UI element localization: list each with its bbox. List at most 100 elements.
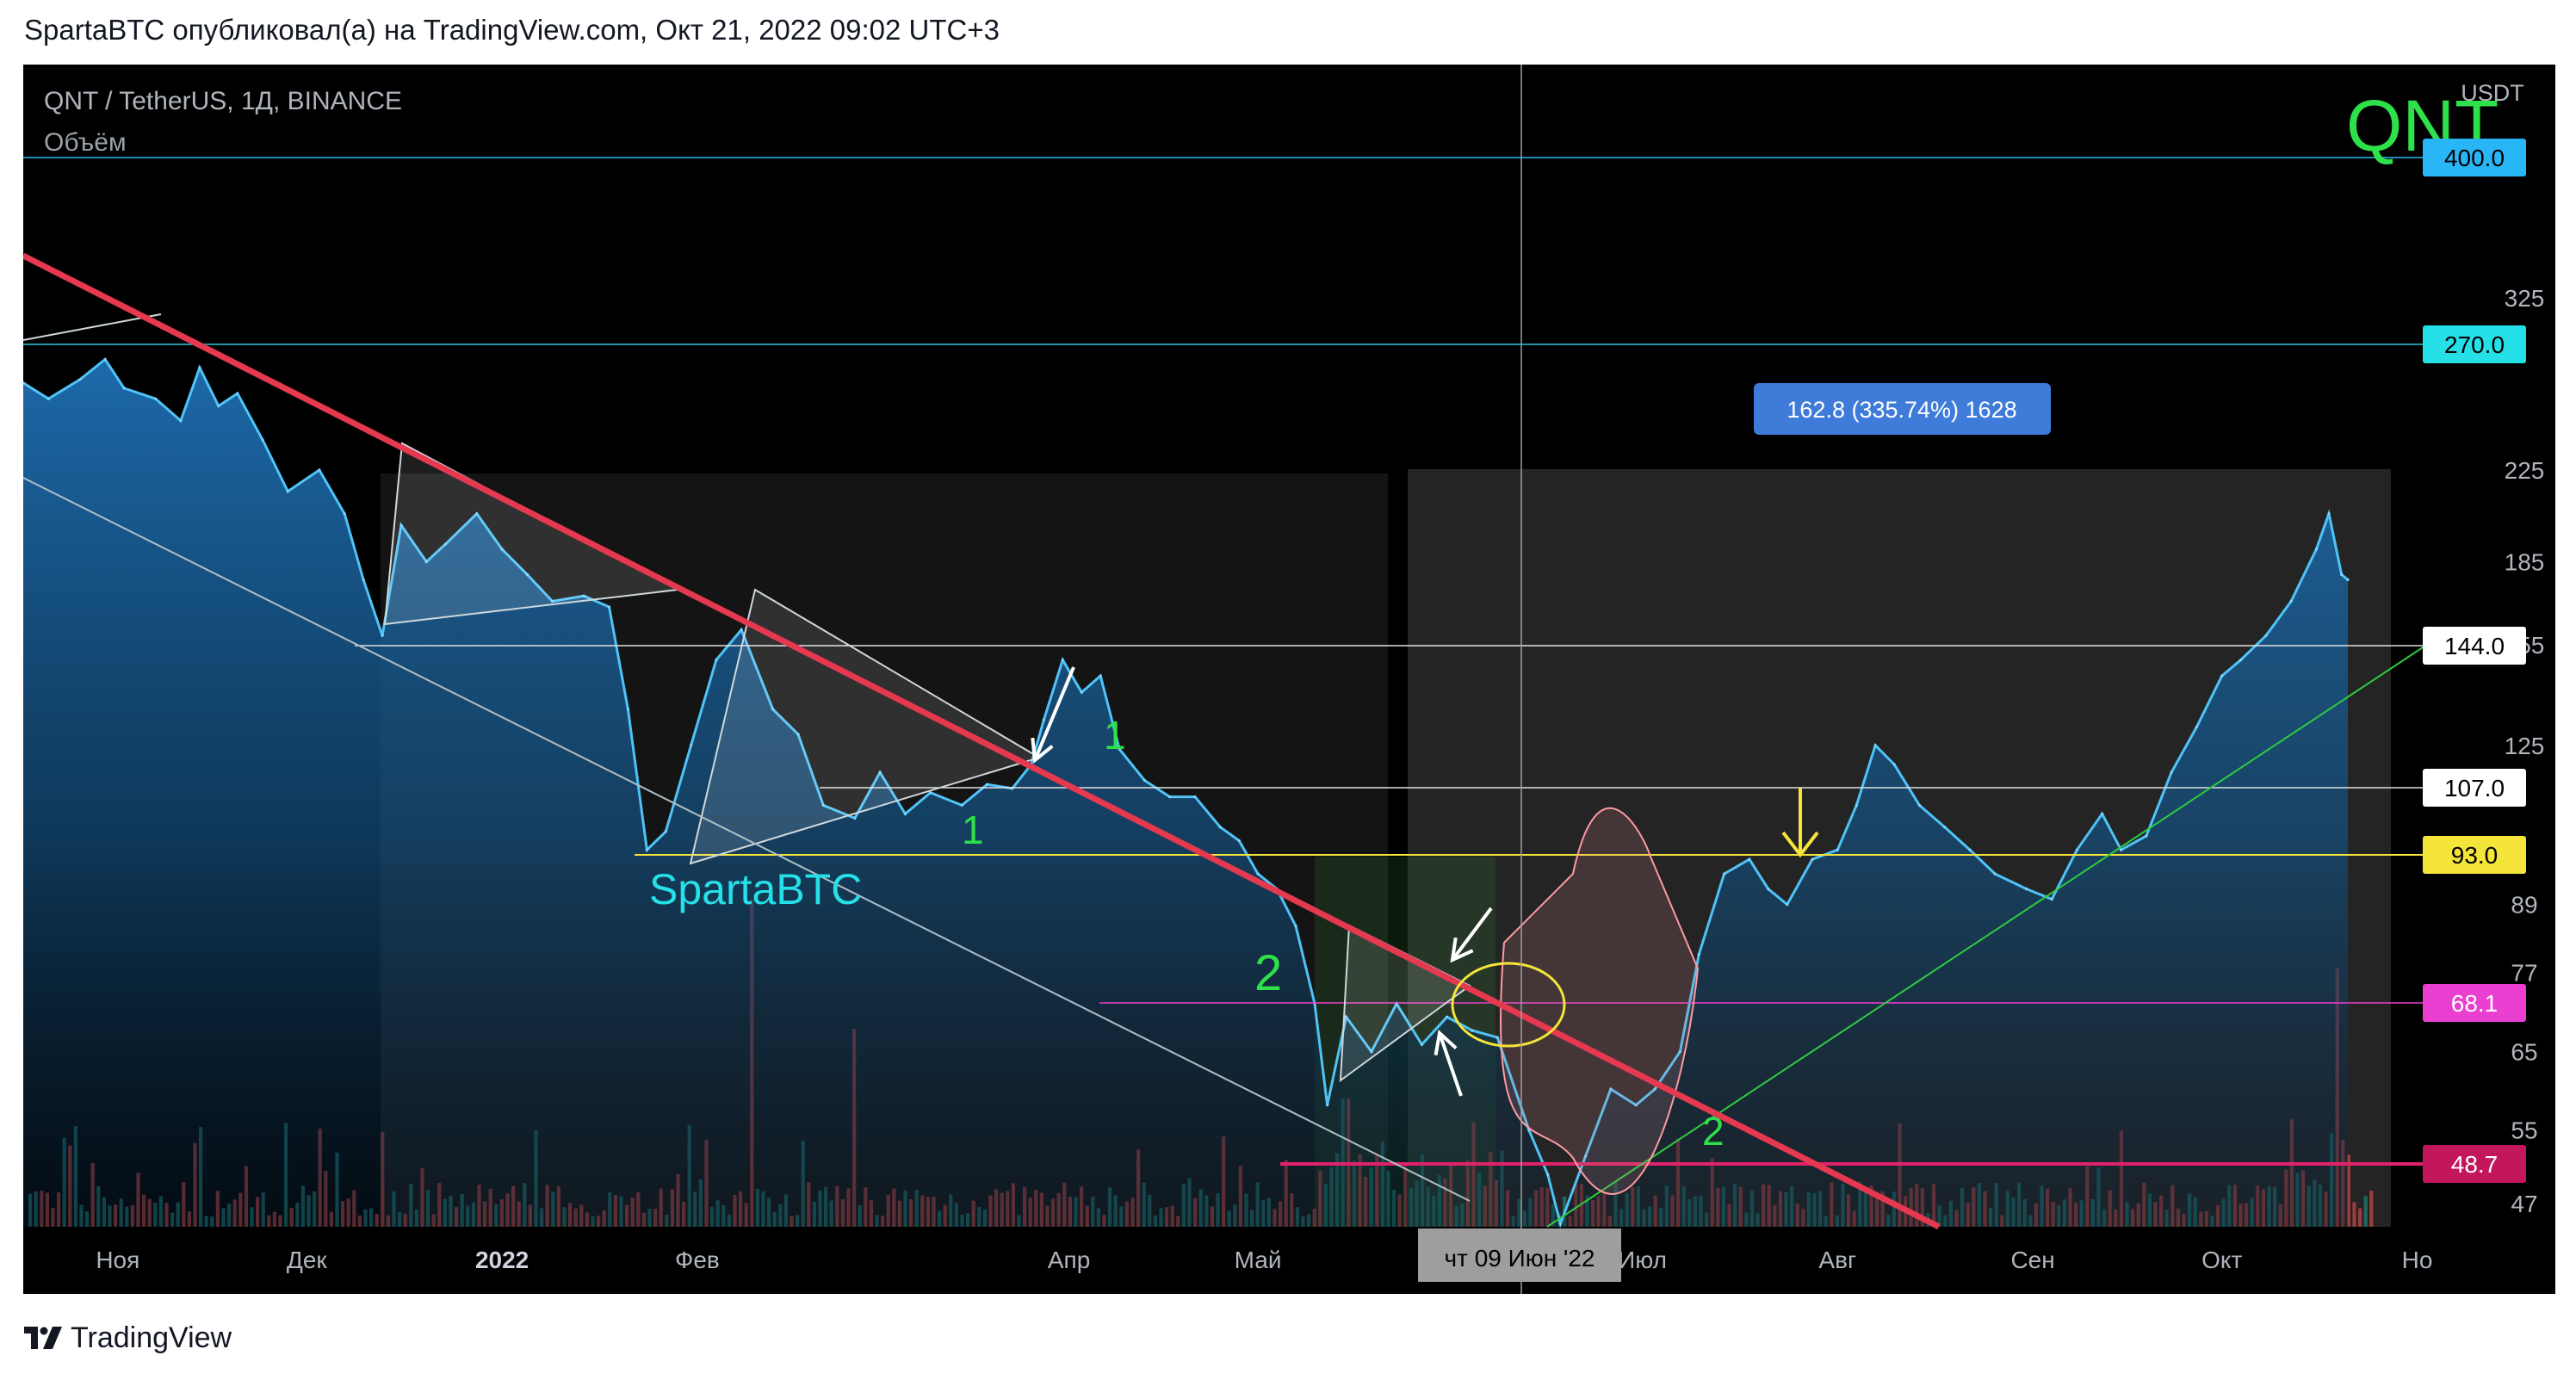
price-point [381,634,384,638]
price-point [1836,848,1839,851]
price-point [1218,826,1222,829]
price-point [1723,872,1726,876]
price-point [2289,599,2293,603]
price-point [318,468,321,472]
y-tick-label: 55 [2511,1117,2537,1144]
price-point [1446,1015,1449,1018]
price-point [1326,1104,1329,1107]
price-badge-label: 93.0 [2451,842,2499,869]
price-point [626,708,630,711]
y-tick-label: 325 [2505,285,2545,312]
symbol-title: QNT / TetherUS, 1Д, BINANCE [44,87,402,115]
x-tick-label: Ноя [96,1247,139,1273]
price-point [2314,548,2318,551]
volume-label: Объём [44,128,127,157]
price-point [179,419,183,423]
price-point [1546,1173,1550,1176]
publication-caption: SpartaBTC опубликовал(а) на TradingView.… [24,14,1000,46]
price-point [2050,897,2053,901]
chart-frame[interactable]: QNT / TetherUS, 1Д, BINANCE Объём QNT Spart… [23,65,2555,1294]
price-point [2264,634,2268,638]
footer-brand: TradingView [71,1321,232,1354]
price-point [1811,857,1814,861]
price-point [1042,718,1045,721]
price-point [2075,848,2078,851]
price-badge-label: 144.0 [2444,633,2505,659]
price-badge-label: 68.1 [2451,990,2499,1017]
annotation-1b: 1 [962,808,984,852]
price-point [1855,803,1858,808]
price-point [1943,826,1947,829]
price-point [1294,925,1297,928]
price-badge-label: 270.0 [2444,331,2505,358]
annotation-2b: 2 [1702,1109,1725,1154]
price-point [1892,763,1896,766]
price-point [1495,1036,1499,1039]
x-tick-label: Авг [1818,1247,1856,1273]
price-point [1558,1222,1562,1226]
y-tick-label: 89 [2511,892,2537,919]
price-point [1420,1043,1423,1046]
y-tick-label: 225 [2505,457,2545,484]
volume-bar [2352,1202,2356,1227]
price-point [198,366,201,369]
price-point [286,490,289,493]
volume-bar [2363,1196,2368,1227]
x-tick-label: Окт [2201,1247,2242,1273]
price-point [1767,888,1770,891]
price-point [1193,795,1197,799]
price-point [261,438,264,442]
price-point [1968,848,1972,851]
x-tick-label: Июл [1618,1247,1667,1273]
price-point [1471,1029,1474,1032]
price-point [1873,744,1877,747]
price-point [1237,839,1241,843]
measure-label: 162.8 (335.74%) 1628 [1786,397,2016,423]
price-point [2101,812,2104,816]
price-point [2120,848,2123,851]
price-point [645,848,649,851]
price-point [715,659,718,662]
x-tick-label: Апр [1048,1247,1090,1273]
price-point [122,387,126,390]
x-tick-label: 2022 [475,1247,529,1273]
price-point [664,830,667,833]
price-badge-label: 107.0 [2444,775,2505,801]
price-point [2220,674,2224,678]
tradingview-logo-icon [24,1327,62,1349]
y-tick-label: 65 [2511,1039,2537,1066]
price-badge-label: 48.7 [2451,1151,2499,1178]
y-tick-label: 125 [2505,733,2545,759]
price-point [103,357,107,361]
price-badge-label: 400.0 [2444,145,2505,171]
annotation-1a: 1 [1104,713,1126,758]
x-tick-label: Но [2402,1247,2433,1273]
volume-bar [2369,1191,2374,1227]
x-tick-label: Фев [675,1247,720,1273]
price-point [46,397,50,400]
y-tick-label: 185 [2505,549,2545,576]
price-point [2195,725,2198,729]
price-point [343,512,346,516]
y-tick-label: 77 [2511,959,2537,986]
price-point [1697,953,1700,956]
price-chart[interactable]: QNT / TetherUS, 1Д, BINANCEОбъём QNTSpart… [23,65,2555,1294]
x-tick-label: Сен [2010,1247,2054,1273]
price-point [1917,803,1921,808]
price-point [740,628,743,632]
price-point [2340,572,2344,577]
x-tick-label: Май [1235,1247,1282,1273]
price-point [154,397,158,400]
price-point [1080,690,1083,694]
price-point [236,392,239,395]
price-point [2170,770,2173,774]
price-point [1099,674,1102,678]
price-point [362,578,365,582]
price-point [607,605,611,609]
price-point [1993,872,1997,876]
price-point [2346,578,2350,582]
currency-label: USDT [2461,80,2524,106]
price-point [960,803,963,808]
price-point [1061,659,1064,662]
price-point [1256,872,1260,876]
